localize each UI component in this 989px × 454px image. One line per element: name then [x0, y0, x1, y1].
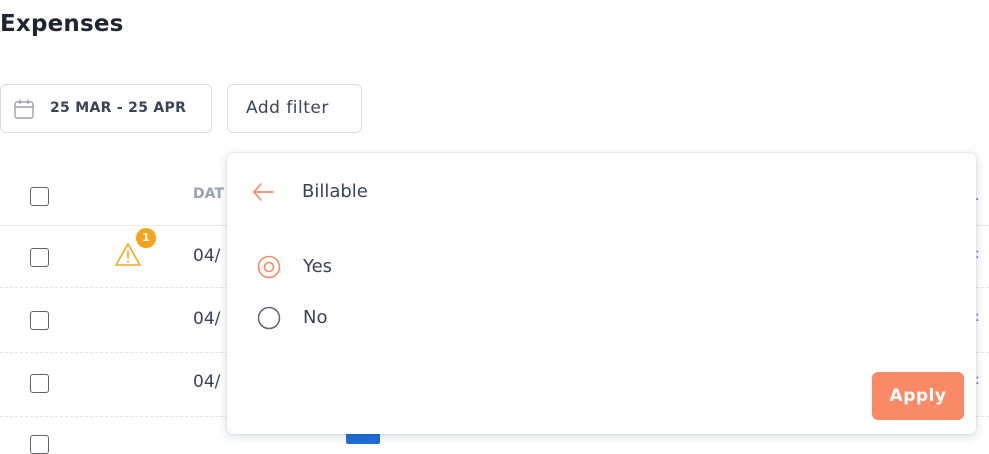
popover-title: Billable: [302, 181, 368, 202]
radio-unselected-icon: [257, 306, 281, 330]
date-range-label: 25 MAR - 25 APR: [50, 100, 187, 116]
row-date: 04/: [193, 309, 221, 329]
apply-button[interactable]: Apply: [872, 372, 964, 420]
radio-label: Yes: [303, 256, 333, 277]
date-column-header[interactable]: DAT: [193, 186, 224, 202]
radio-label: No: [303, 307, 328, 328]
add-filter-label: Add filter: [246, 98, 329, 118]
radio-selected-icon: [257, 255, 281, 279]
calendar-icon: [14, 99, 34, 119]
row-checkbox[interactable]: [30, 311, 49, 330]
back-arrow-icon[interactable]: [251, 181, 275, 203]
date-range-button[interactable]: 25 MAR - 25 APR: [0, 84, 212, 133]
warning-icon: [115, 243, 141, 266]
add-filter-button[interactable]: Add filter: [227, 84, 362, 133]
row-date: 04/: [193, 372, 221, 392]
row-checkbox[interactable]: [30, 248, 49, 267]
row-date: 04/: [193, 246, 221, 266]
page-title: Expenses: [0, 11, 124, 37]
warning-count-badge: 1: [136, 228, 156, 248]
warning-indicator[interactable]: 1: [114, 228, 160, 274]
row-checkbox[interactable]: [30, 374, 49, 393]
select-all-checkbox[interactable]: [30, 187, 49, 206]
row-checkbox[interactable]: [30, 435, 49, 454]
billable-filter-popover: Billable Yes No Apply: [227, 153, 976, 434]
